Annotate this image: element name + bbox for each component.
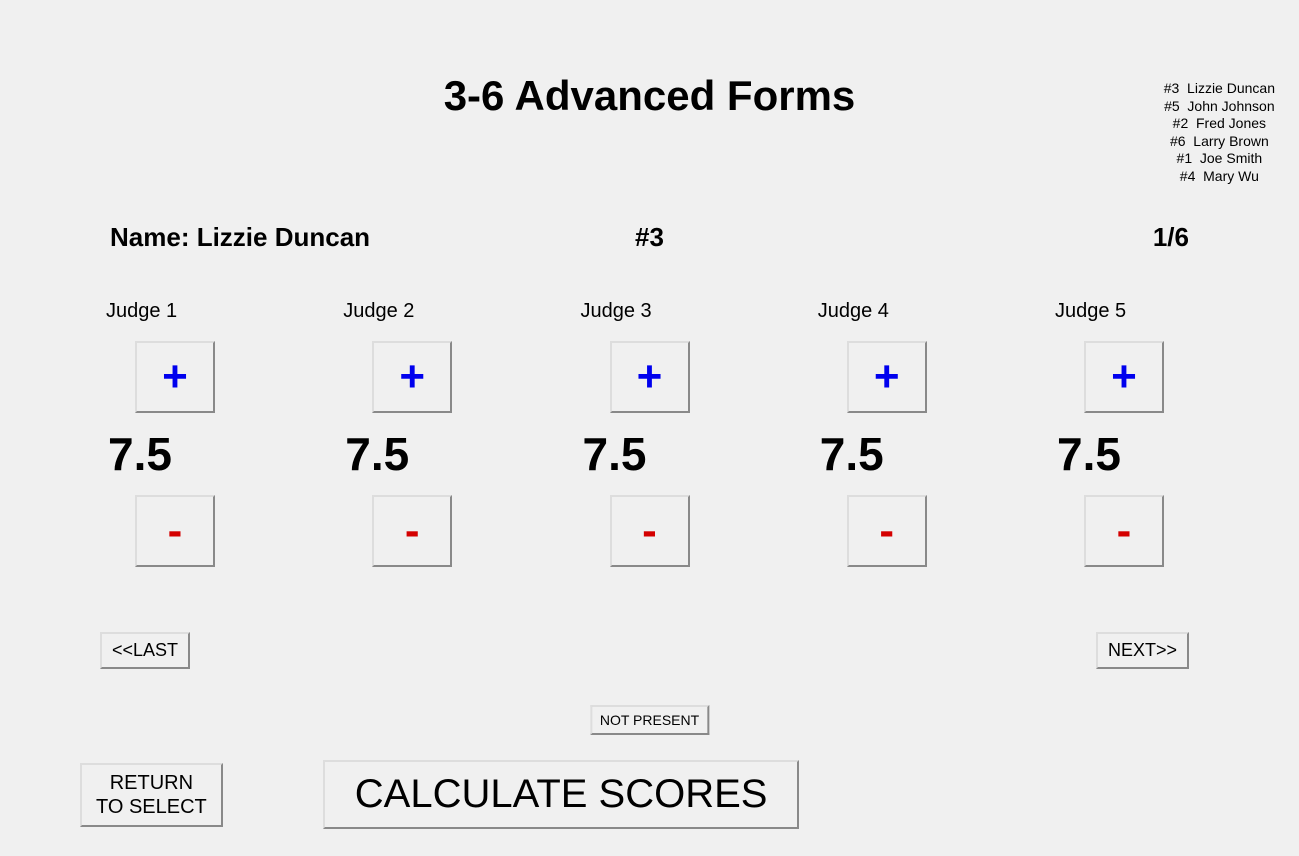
judge-score: 7.5 — [575, 427, 725, 481]
last-button[interactable]: <<LAST — [100, 632, 190, 669]
score-minus-button[interactable]: - — [135, 495, 215, 567]
roster-list: #3 Lizzie Duncan #5 John Johnson #2 Fred… — [1164, 80, 1275, 185]
judge-score: 7.5 — [1049, 427, 1199, 481]
judge-label: Judge 4 — [812, 300, 962, 323]
judge-column-3: Judge 3 + 7.5 - — [575, 300, 725, 567]
roster-item: #4 Mary Wu — [1164, 168, 1275, 186]
score-minus-button[interactable]: - — [847, 495, 927, 567]
score-plus-button[interactable]: + — [372, 341, 452, 413]
roster-item: #6 Larry Brown — [1164, 133, 1275, 151]
judge-label: Judge 3 — [575, 300, 725, 323]
judge-score: 7.5 — [100, 427, 250, 481]
judge-column-2: Judge 2 + 7.5 - — [337, 300, 487, 567]
competitor-progress: 1/6 — [1153, 222, 1189, 253]
judge-score: 7.5 — [812, 427, 962, 481]
next-button[interactable]: NEXT>> — [1096, 632, 1189, 669]
not-present-button[interactable]: NOT PRESENT — [590, 705, 709, 735]
score-plus-button[interactable]: + — [847, 341, 927, 413]
judge-column-1: Judge 1 + 7.5 - — [100, 300, 250, 567]
competitor-number: #3 — [635, 222, 664, 253]
return-to-select-button[interactable]: RETURN TO SELECT — [80, 763, 223, 827]
judge-label: Judge 2 — [337, 300, 487, 323]
score-minus-button[interactable]: - — [610, 495, 690, 567]
calculate-scores-button[interactable]: CALCULATE SCORES — [323, 760, 800, 829]
bottom-button-row: RETURN TO SELECT CALCULATE SCORES — [80, 760, 1219, 829]
score-plus-button[interactable]: + — [610, 341, 690, 413]
roster-item: #2 Fred Jones — [1164, 115, 1275, 133]
judge-label: Judge 5 — [1049, 300, 1199, 323]
score-plus-button[interactable]: + — [1084, 341, 1164, 413]
judges-row: Judge 1 + 7.5 - Judge 2 + 7.5 - Judge 3 … — [100, 300, 1199, 567]
roster-item: #1 Joe Smith — [1164, 150, 1275, 168]
score-minus-button[interactable]: - — [372, 495, 452, 567]
page-title: 3-6 Advanced Forms — [0, 72, 1299, 120]
roster-item: #5 John Johnson — [1164, 98, 1275, 116]
score-plus-button[interactable]: + — [135, 341, 215, 413]
judge-label: Judge 1 — [100, 300, 250, 323]
judge-score: 7.5 — [337, 427, 487, 481]
roster-item: #3 Lizzie Duncan — [1164, 80, 1275, 98]
judge-column-5: Judge 5 + 7.5 - — [1049, 300, 1199, 567]
score-minus-button[interactable]: - — [1084, 495, 1164, 567]
competitor-info-row: Name: Lizzie Duncan #3 1/6 — [110, 222, 1189, 253]
competitor-name: Name: Lizzie Duncan — [110, 222, 370, 253]
judge-column-4: Judge 4 + 7.5 - — [812, 300, 962, 567]
